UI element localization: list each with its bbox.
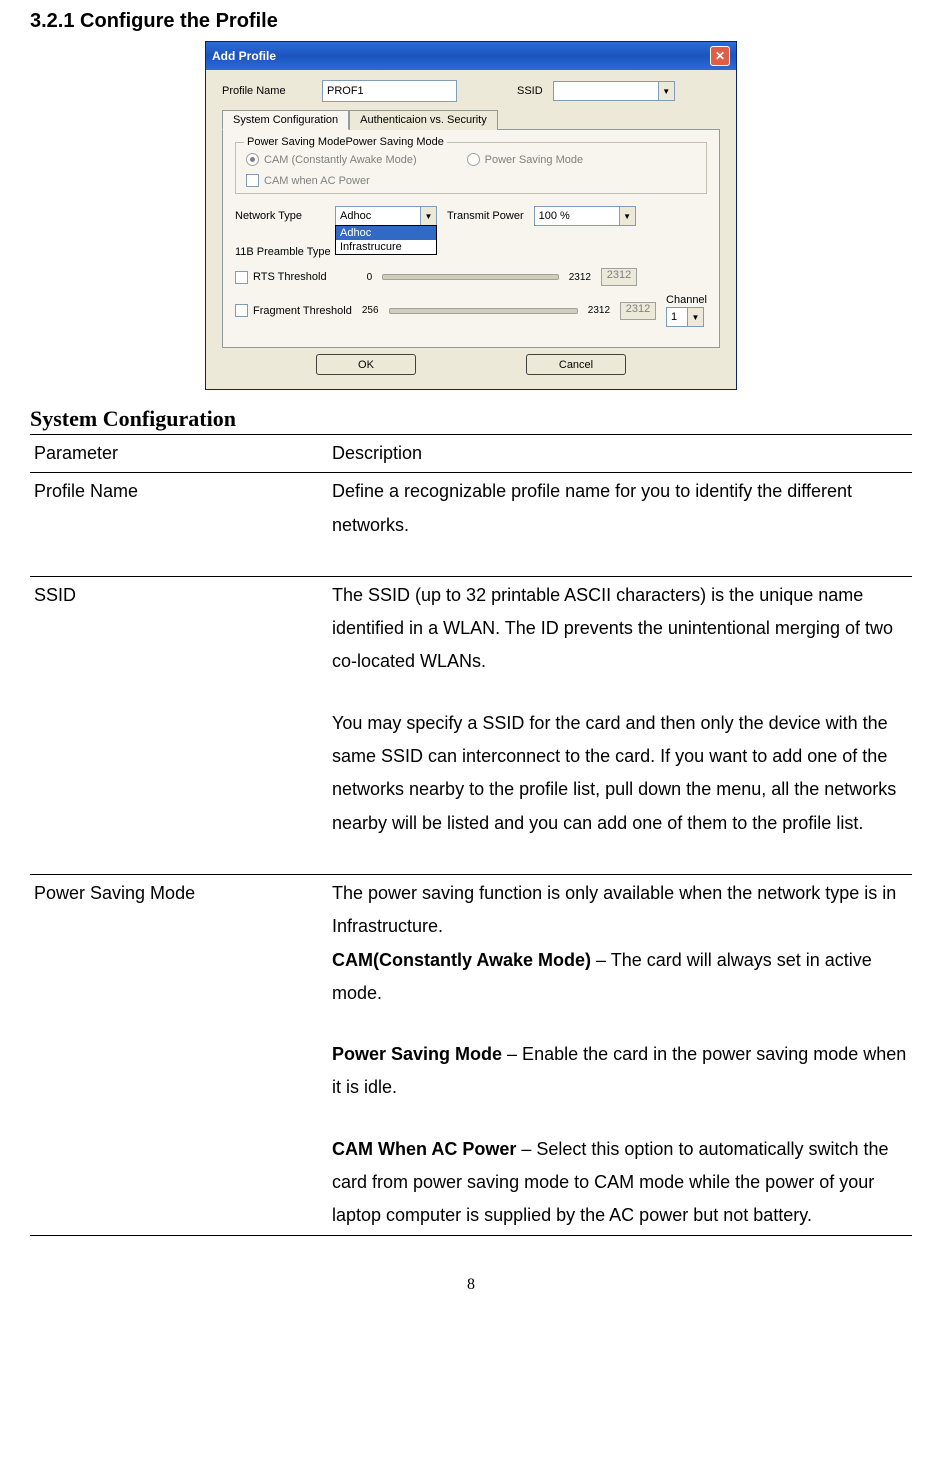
frag-max: 2312 [588, 305, 610, 316]
dialog-titlebar: Add Profile ✕ [206, 42, 736, 70]
header-parameter: Parameter [30, 435, 328, 473]
dialog-container: Add Profile ✕ Profile Name SSID ▼ System… [30, 41, 912, 390]
radio-power-saving: Power Saving Mode [467, 153, 583, 166]
frag-checkbox[interactable]: Fragment Threshold [235, 304, 352, 317]
page-number: 8 [30, 1276, 912, 1294]
tab-system-configuration[interactable]: System Configuration [222, 110, 349, 130]
table-row: Power Saving ModeThe power saving functi… [30, 874, 912, 1234]
checkbox-icon [235, 304, 248, 317]
radio-cam-label: CAM (Constantly Awake Mode) [264, 154, 417, 166]
checkbox-cam-ac-label: CAM when AC Power [264, 175, 370, 187]
tab-auth-security[interactable]: Authenticaion vs. Security [349, 110, 498, 130]
chevron-down-icon: ▼ [619, 207, 635, 225]
frag-value: 2312 [620, 302, 656, 320]
table-row: Profile NameDefine a recognizable profil… [30, 473, 912, 544]
network-type-value: Adhoc [336, 210, 420, 222]
power-saving-groupbox: Power Saving ModePower Saving Mode CAM (… [235, 142, 707, 194]
desc-cell: The SSID (up to 32 printable ASCII chara… [328, 576, 912, 842]
radio-icon [467, 153, 480, 166]
header-description: Description [328, 435, 912, 473]
radio-cam: CAM (Constantly Awake Mode) [246, 153, 417, 166]
radio-icon [246, 153, 259, 166]
chevron-down-icon: ▼ [658, 82, 674, 100]
frag-label: Fragment Threshold [253, 305, 352, 317]
channel-combo[interactable]: 1 ▼ [666, 307, 704, 327]
chevron-down-icon: ▼ [420, 207, 436, 225]
param-cell: SSID [30, 576, 328, 842]
dialog-title: Add Profile [212, 49, 276, 63]
close-button[interactable]: ✕ [710, 46, 730, 66]
desc-cell: The power saving function is only availa… [328, 874, 912, 1234]
channel-label: Channel [666, 294, 707, 306]
rts-value: 2312 [601, 268, 637, 286]
transmit-power-label: Transmit Power [447, 210, 524, 222]
checkbox-cam-ac: CAM when AC Power [246, 174, 696, 187]
ssid-combo[interactable]: ▼ [553, 81, 675, 101]
preamble-label: 11B Preamble Type [235, 246, 345, 258]
param-cell: Power Saving Mode [30, 874, 328, 1234]
network-type-label: Network Type [235, 210, 325, 222]
desc-cell: Define a recognizable profile name for y… [328, 473, 912, 544]
dropdown-item-infrastructure[interactable]: Infrastrucure [336, 240, 436, 254]
chevron-down-icon: ▼ [687, 308, 703, 326]
ok-button[interactable]: OK [316, 354, 416, 375]
add-profile-dialog: Add Profile ✕ Profile Name SSID ▼ System… [205, 41, 737, 390]
parameter-table: Parameter Description Profile NameDefine… [30, 434, 912, 1235]
rts-checkbox[interactable]: RTS Threshold [235, 271, 327, 284]
table-header-row: Parameter Description [30, 435, 912, 473]
rts-min: 0 [367, 272, 373, 283]
profile-name-label: Profile Name [222, 85, 312, 97]
radio-psm-label: Power Saving Mode [485, 154, 583, 166]
network-type-combo[interactable]: Adhoc ▼ Adhoc Infrastrucure [335, 206, 437, 226]
channel-value: 1 [667, 311, 687, 323]
frag-min: 256 [362, 305, 379, 316]
transmit-power-value: 100 % [535, 210, 619, 222]
checkbox-icon [246, 174, 259, 187]
transmit-power-combo[interactable]: 100 % ▼ [534, 206, 636, 226]
tab-panel: Power Saving ModePower Saving Mode CAM (… [222, 129, 720, 348]
dialog-body: Profile Name SSID ▼ System Configuration… [206, 70, 736, 389]
network-type-dropdown: Adhoc Infrastrucure [335, 225, 437, 255]
table-row: SSIDThe SSID (up to 32 printable ASCII c… [30, 576, 912, 842]
checkbox-icon [235, 271, 248, 284]
section-heading: 3.2.1 Configure the Profile [30, 10, 912, 33]
rts-slider[interactable] [382, 274, 559, 280]
profile-name-input[interactable] [322, 80, 457, 102]
dropdown-item-adhoc[interactable]: Adhoc [336, 226, 436, 240]
system-configuration-heading: System Configuration [30, 406, 912, 432]
rts-label: RTS Threshold [253, 271, 327, 283]
param-cell: Profile Name [30, 473, 328, 544]
cancel-button[interactable]: Cancel [526, 354, 626, 375]
frag-slider[interactable] [389, 308, 578, 314]
ssid-label: SSID [517, 85, 543, 97]
groupbox-title: Power Saving ModePower Saving Mode [244, 136, 447, 148]
rts-max: 2312 [569, 272, 591, 283]
close-icon: ✕ [715, 49, 725, 63]
